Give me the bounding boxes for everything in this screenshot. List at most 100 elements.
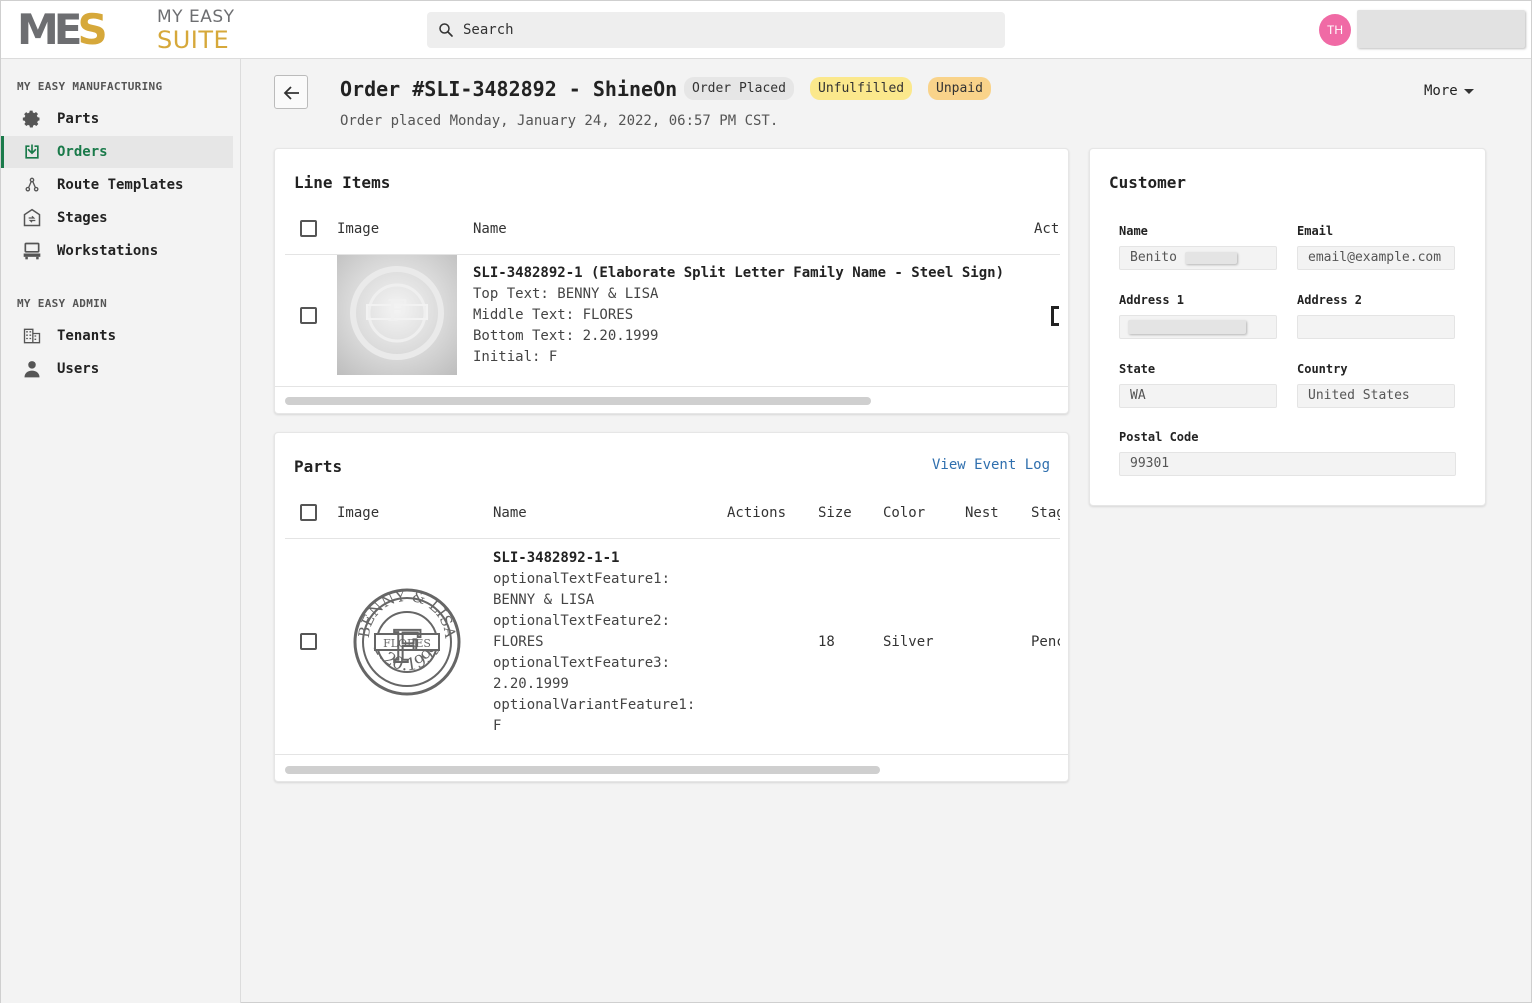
name-label: Name bbox=[1119, 224, 1148, 238]
part-name: SLI-3482892-1-1 bbox=[493, 550, 620, 566]
postal-code-label: Postal Code bbox=[1119, 430, 1199, 444]
redacted-address bbox=[1128, 319, 1246, 334]
sidebar-item-label: Parts bbox=[57, 111, 100, 127]
sidebar-item-users[interactable]: Users bbox=[1, 353, 233, 385]
row-checkbox[interactable] bbox=[300, 633, 317, 650]
redacted-surname bbox=[1184, 251, 1237, 264]
gear-icon bbox=[22, 110, 40, 128]
order-placed-date: Order placed Monday, January 24, 2022, 0… bbox=[340, 113, 779, 129]
column-header-actions: Act bbox=[1034, 221, 1060, 237]
line-items-card: Line Items Image Name Act F SLI-3482892-… bbox=[274, 148, 1069, 414]
search-placeholder: Search bbox=[463, 22, 514, 38]
search-input[interactable]: Search bbox=[427, 12, 1005, 48]
arrow-left-icon bbox=[283, 86, 299, 100]
column-header-actions: Actions bbox=[727, 505, 787, 521]
address1-field[interactable] bbox=[1119, 315, 1277, 339]
horizontal-scrollbar[interactable] bbox=[285, 397, 871, 405]
column-header-stage: Stag bbox=[1031, 505, 1060, 521]
sidebar-section-manufacturing: MY EASY MANUFACTURING bbox=[17, 80, 163, 93]
sidebar-item-label: Orders bbox=[57, 144, 108, 160]
logo-line1: MY EASY bbox=[157, 7, 235, 27]
row-action-button[interactable] bbox=[1051, 306, 1059, 326]
line-items-title: Line Items bbox=[294, 173, 391, 192]
part-detail: optionalVariantFeature1: bbox=[493, 697, 696, 713]
sign-middle-text: FLORES bbox=[383, 637, 431, 650]
part-image[interactable]: BENNY & LISA 2.20.1999 F FLORES bbox=[347, 574, 467, 704]
column-header-name: Name bbox=[493, 505, 527, 521]
stages-icon bbox=[23, 208, 41, 227]
app-logo[interactable]: MES MY EASY SUITE bbox=[17, 7, 247, 54]
sidebar-item-workstations[interactable]: Workstations bbox=[1, 235, 233, 267]
page-title: Order #SLI-3482892 - ShineOn bbox=[340, 77, 678, 101]
status-badge-unpaid: Unpaid bbox=[928, 77, 991, 100]
country-field[interactable]: United States bbox=[1297, 384, 1455, 408]
name-value: Benito bbox=[1130, 250, 1177, 265]
part-color: Silver bbox=[883, 634, 934, 650]
part-size: 18 bbox=[818, 634, 835, 650]
state-label: State bbox=[1119, 362, 1156, 376]
search-icon bbox=[439, 23, 453, 37]
line-item-detail: Initial: F bbox=[473, 349, 558, 365]
select-all-checkbox[interactable] bbox=[300, 220, 317, 237]
top-bar: MES MY EASY SUITE Search TH bbox=[1, 1, 1531, 59]
customer-card: Customer Name Benito Email email@example… bbox=[1089, 148, 1486, 506]
sidebar-item-label: Tenants bbox=[57, 328, 117, 344]
line-item-detail: Top Text: BENNY & LISA bbox=[473, 286, 659, 302]
workstation-icon bbox=[23, 242, 41, 260]
building-icon bbox=[23, 328, 41, 344]
column-header-color: Color bbox=[883, 505, 926, 521]
country-label: Country bbox=[1297, 362, 1348, 376]
row-divider bbox=[275, 754, 1068, 755]
back-button[interactable] bbox=[274, 75, 308, 109]
route-icon bbox=[25, 177, 39, 192]
address2-field[interactable] bbox=[1297, 315, 1455, 339]
part-detail: optionalTextFeature1: bbox=[493, 571, 671, 587]
state-field[interactable]: WA bbox=[1119, 384, 1277, 408]
download-box-icon bbox=[25, 144, 39, 159]
select-all-checkbox[interactable] bbox=[300, 504, 317, 521]
sidebar-item-route-templates[interactable]: Route Templates bbox=[1, 169, 233, 201]
more-menu-button[interactable]: More bbox=[1424, 83, 1474, 99]
status-badge-unfulfilled: Unfulfilled bbox=[810, 77, 913, 100]
postal-code-field[interactable]: 99301 bbox=[1119, 452, 1456, 476]
avatar[interactable]: TH bbox=[1319, 14, 1351, 46]
name-field[interactable]: Benito bbox=[1119, 246, 1277, 270]
header-divider bbox=[285, 538, 1060, 539]
part-detail: BENNY & LISA bbox=[493, 592, 595, 608]
column-header-image: Image bbox=[337, 505, 380, 521]
horizontal-scrollbar[interactable] bbox=[285, 766, 880, 774]
part-stage: Penc bbox=[1031, 634, 1060, 650]
line-item-image[interactable]: F bbox=[337, 255, 457, 375]
monogram-sign-icon: BENNY & LISA 2.20.1999 F FLORES bbox=[353, 587, 461, 696]
column-header-nest: Nest bbox=[965, 505, 999, 521]
line-item-detail: Bottom Text: 2.20.1999 bbox=[473, 328, 659, 344]
column-header-image: Image bbox=[337, 221, 380, 237]
part-detail: 2.20.1999 bbox=[493, 676, 569, 692]
caret-down-icon bbox=[1463, 88, 1474, 94]
more-label: More bbox=[1424, 83, 1458, 99]
sidebar-item-label: Stages bbox=[57, 210, 108, 226]
email-field[interactable]: email@example.com bbox=[1297, 246, 1455, 270]
part-detail: optionalTextFeature2: bbox=[493, 613, 671, 629]
svg-text:F: F bbox=[387, 294, 408, 329]
sidebar-item-tenants[interactable]: Tenants bbox=[1, 320, 233, 352]
column-header-name: Name bbox=[473, 221, 507, 237]
row-checkbox[interactable] bbox=[300, 307, 317, 324]
parts-card: Parts View Event Log Image Name Actions … bbox=[274, 432, 1069, 782]
view-event-log-link[interactable]: View Event Log bbox=[932, 457, 1050, 473]
sidebar-item-stages[interactable]: Stages bbox=[1, 202, 233, 234]
address2-label: Address 2 bbox=[1297, 293, 1363, 307]
line-item-name: SLI-3482892-1 (Elaborate Split Letter Fa… bbox=[473, 265, 1005, 281]
sidebar-item-label: Workstations bbox=[57, 243, 159, 259]
user-menu-redacted[interactable] bbox=[1357, 10, 1525, 48]
sign-thumbnail-icon: F bbox=[350, 266, 444, 360]
column-header-size: Size bbox=[818, 505, 852, 521]
logo-line2: SUITE bbox=[157, 26, 230, 54]
sidebar-item-parts[interactable]: Parts bbox=[1, 103, 233, 135]
sidebar-item-orders[interactable]: Orders bbox=[1, 136, 233, 168]
part-detail: FLORES bbox=[493, 634, 544, 650]
parts-title: Parts bbox=[294, 457, 343, 476]
line-item-detail: Middle Text: FLORES bbox=[473, 307, 634, 323]
address1-label: Address 1 bbox=[1119, 293, 1185, 307]
sidebar: MY EASY MANUFACTURING Parts Orders Route… bbox=[1, 59, 241, 1003]
